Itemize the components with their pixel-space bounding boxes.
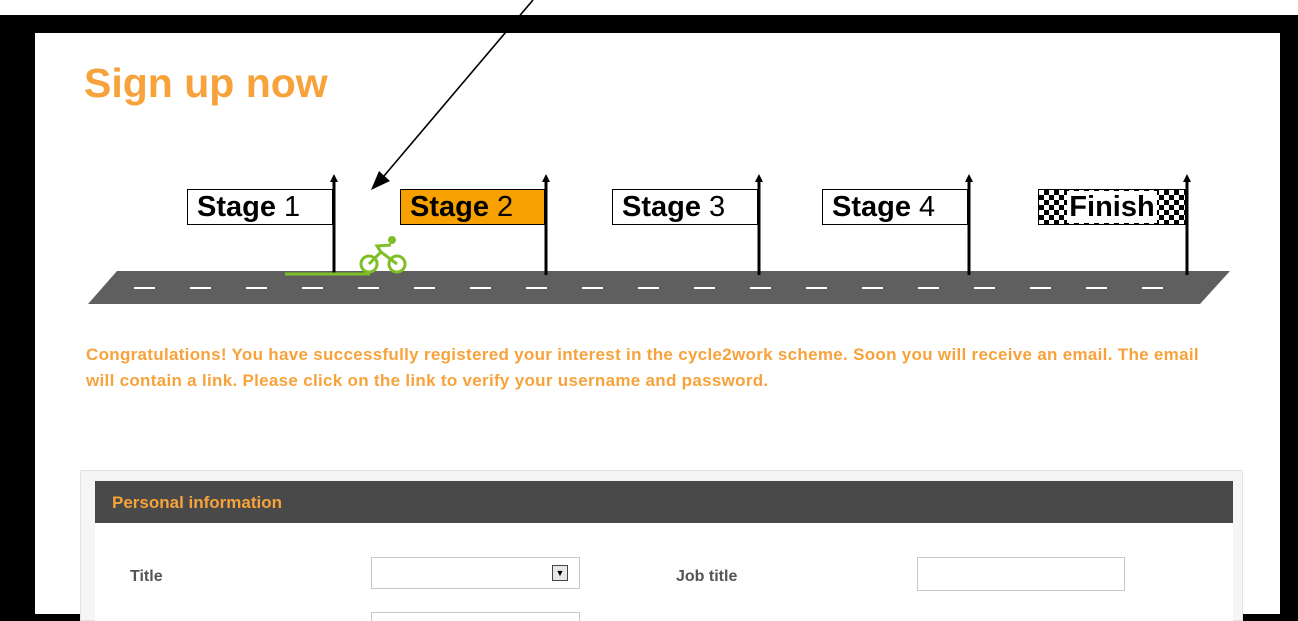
stage-4-word: Stage (832, 191, 911, 223)
job-title-label: Job title (676, 568, 738, 585)
section-title: Personal information (112, 493, 283, 512)
stage-3-flag: Stage 3 (612, 189, 758, 225)
stage-1-flag: Stage 1 (187, 189, 333, 225)
job-title-input[interactable] (917, 557, 1125, 591)
stage-2-number: 2 (497, 191, 514, 223)
stage-4-flag: Stage 4 (822, 189, 968, 225)
title-select[interactable]: ▼ (371, 557, 580, 589)
next-field-input[interactable] (371, 612, 580, 621)
stage-2-flag-active: Stage 2 (400, 189, 545, 225)
stage-3-word: Stage (622, 191, 701, 223)
stage-1-word: Stage (197, 191, 276, 223)
stage-3-number: 3 (709, 191, 726, 223)
stage-2-word: Stage (410, 191, 489, 223)
annotation-arrow (371, 0, 534, 190)
stage-4-number: 4 (919, 191, 936, 223)
stage-1-number: 1 (284, 191, 301, 223)
cyclist-icon (359, 236, 407, 274)
finish-label: Finish (1067, 191, 1157, 223)
dropdown-arrow-icon[interactable]: ▼ (552, 565, 568, 581)
flag-pole-tips (330, 174, 1191, 182)
finish-flag: Finish (1038, 189, 1186, 225)
title-label: Title (130, 568, 163, 585)
registration-success-message: Congratulations! You have successfully r… (86, 345, 1199, 390)
